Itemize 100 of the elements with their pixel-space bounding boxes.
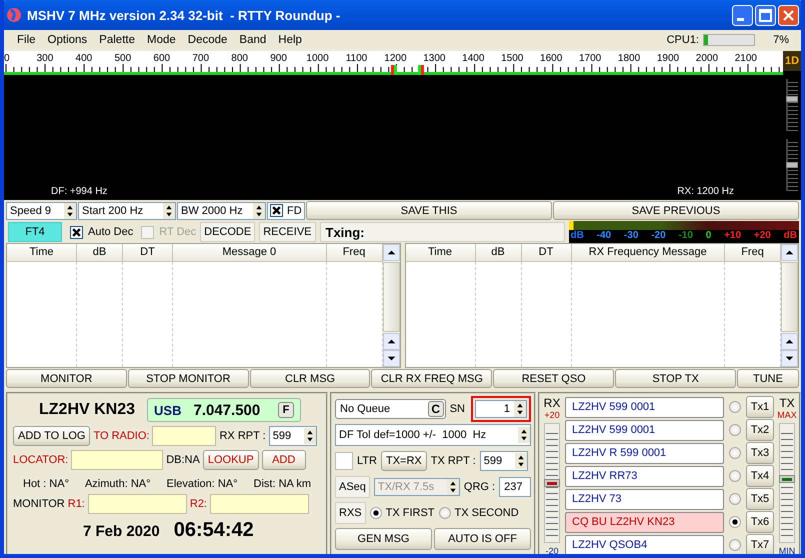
action-button[interactable]: RESET QSO — [493, 369, 614, 388]
vertical-slider[interactable] — [786, 139, 798, 191]
tx-button[interactable]: Tx2 — [746, 419, 774, 441]
frequency-button[interactable]: F — [278, 402, 294, 418]
slider-thumb[interactable] — [786, 162, 798, 168]
clear-button[interactable]: C — [428, 401, 444, 417]
radio-button[interactable] — [729, 447, 741, 459]
message-field[interactable]: LZ2HV RR73 — [565, 466, 724, 486]
scroll-thumb[interactable] — [382, 262, 400, 332]
menu-item[interactable]: Options — [44, 34, 96, 46]
maximize-button[interactable] — [755, 4, 776, 26]
spin-arrows-icon[interactable] — [518, 427, 530, 443]
rxs-button[interactable]: RXS — [335, 502, 366, 524]
column-header[interactable]: dB — [476, 244, 522, 262]
radio-button[interactable] — [370, 507, 382, 519]
menu-item[interactable]: Palette — [95, 34, 143, 46]
scrollbar[interactable] — [781, 244, 798, 367]
tx-button[interactable]: Tx4 — [746, 465, 774, 487]
message-field[interactable]: LZ2HV QSOB4 — [565, 534, 724, 554]
queue-field[interactable]: No Queue C — [335, 399, 446, 419]
spin-arrows-icon[interactable] — [253, 202, 265, 218]
scroll-up-button[interactable] — [781, 244, 798, 261]
tx-button[interactable]: Tx7 — [746, 534, 774, 554]
radio-button[interactable] — [438, 507, 451, 519]
waterfall-display[interactable]: DF: +994 Hz RX: 1200 Hz — [4, 75, 783, 200]
column-header[interactable]: DT — [522, 244, 572, 262]
column-header[interactable]: Time — [406, 244, 476, 262]
input-field[interactable]: 237 — [499, 477, 531, 497]
tx-button[interactable]: Tx3 — [746, 442, 774, 464]
aseq-button[interactable]: ASeq — [335, 476, 370, 498]
column-header[interactable]: DT — [123, 244, 173, 262]
scroll-down-button[interactable] — [781, 350, 798, 367]
save-button[interactable]: SAVE PREVIOUS — [553, 201, 799, 220]
scroll-up-button[interactable] — [781, 333, 798, 350]
radio-button[interactable] — [729, 516, 741, 528]
auto-button[interactable]: AUTO IS OFF — [434, 528, 531, 550]
close-button[interactable] — [778, 4, 799, 26]
checkbox[interactable] — [270, 204, 283, 217]
message-field[interactable]: CQ BU LZ2HV KN23 — [565, 512, 724, 532]
add-button[interactable]: ADD — [262, 450, 306, 470]
menu-item[interactable]: File — [13, 34, 44, 46]
radio-button[interactable] — [729, 470, 741, 482]
action-button[interactable]: CLR MSG — [250, 369, 370, 388]
action-button[interactable]: CLR RX FREQ MSG — [371, 369, 492, 388]
vertical-slider[interactable] — [544, 423, 560, 543]
vertical-slider[interactable] — [786, 79, 798, 131]
mode-row-button[interactable]: DECODE — [200, 222, 256, 242]
scroll-up-button[interactable] — [382, 333, 400, 350]
tx-button[interactable]: Tx1 — [746, 396, 774, 418]
spin-box[interactable]: BW 2000 Hz — [177, 202, 266, 220]
spin-arrows-icon[interactable] — [514, 401, 526, 417]
mode-badge[interactable]: 1D — [783, 51, 801, 71]
menu-item[interactable]: Mode — [142, 34, 184, 46]
input-field[interactable] — [71, 450, 164, 470]
spin-box[interactable]: Speed 9 — [6, 202, 77, 220]
input-field[interactable] — [210, 494, 309, 514]
column-header[interactable]: Freq — [725, 244, 781, 262]
spin-arrows-icon[interactable] — [163, 202, 175, 218]
slider-thumb[interactable] — [779, 475, 795, 484]
scroll-down-button[interactable] — [382, 350, 400, 367]
spin-box[interactable]: Start 200 Hz — [78, 202, 176, 220]
checkbox[interactable] — [70, 226, 83, 238]
spin-arrows-icon[interactable] — [64, 202, 76, 218]
message-field[interactable]: LZ2HV R 599 0001 — [565, 442, 724, 464]
radio-button[interactable] — [729, 424, 741, 436]
scrollbar[interactable] — [382, 244, 400, 367]
menu-item[interactable]: Band — [235, 34, 274, 46]
column-header[interactable]: Message 0 — [173, 244, 326, 262]
menu-item[interactable]: Decode — [184, 34, 236, 46]
spin-box[interactable]: DF Tol def=1000 +/- 1000 Hz — [335, 424, 531, 446]
column-header[interactable]: Time — [7, 244, 77, 262]
spin-arrows-icon[interactable] — [514, 453, 527, 469]
spin-box[interactable]: 599 — [268, 426, 317, 446]
mode-button[interactable]: FT4 — [8, 222, 62, 242]
radio-button[interactable] — [729, 401, 741, 413]
slider-thumb[interactable] — [786, 96, 798, 102]
tx-button[interactable]: Tx6 — [746, 511, 774, 533]
input-field[interactable] — [88, 494, 187, 514]
action-button[interactable]: MONITOR — [6, 369, 127, 388]
tx-rx-button[interactable]: TX=RX — [380, 451, 427, 471]
spin-arrows-icon[interactable] — [304, 428, 316, 444]
column-header[interactable]: Freq — [326, 244, 382, 262]
column-header[interactable]: RX Frequency Message — [572, 244, 725, 262]
spin-box[interactable]: 599 — [480, 451, 528, 471]
add-to-log-button[interactable]: ADD TO LOG — [13, 426, 90, 446]
message-field[interactable]: LZ2HV 73 — [565, 488, 724, 510]
save-button[interactable]: SAVE THIS — [306, 201, 552, 220]
minimize-button[interactable] — [732, 4, 753, 26]
lookup-button[interactable]: LOOKUP — [202, 450, 259, 470]
scroll-thumb[interactable] — [781, 262, 798, 332]
input-field[interactable] — [152, 426, 216, 446]
message-field[interactable]: LZ2HV 599 0001 — [565, 396, 724, 418]
tx-button[interactable]: Tx5 — [746, 488, 774, 510]
radio-button[interactable] — [729, 539, 741, 551]
radio-button[interactable] — [729, 493, 741, 505]
column-header[interactable]: dB — [77, 244, 123, 262]
checkbox[interactable] — [335, 452, 353, 470]
gen-msg-button[interactable]: GEN MSG — [335, 528, 432, 550]
message-field[interactable]: LZ2HV 599 0001 — [565, 420, 724, 440]
scroll-up-button[interactable] — [382, 244, 400, 261]
